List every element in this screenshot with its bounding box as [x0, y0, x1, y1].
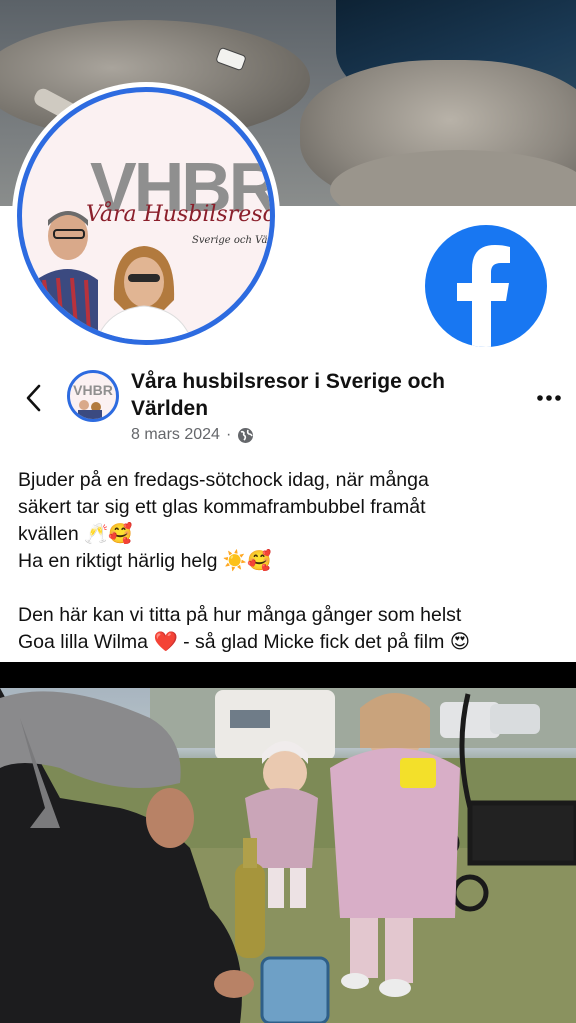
- post-video[interactable]: [0, 662, 576, 1023]
- back-chevron-icon[interactable]: [22, 383, 46, 413]
- facebook-logo-icon: [425, 225, 547, 347]
- post-line: Ha en riktigt härlig helg ☀️🥰: [18, 550, 272, 572]
- post-line: säkert tar sig ett glas kommaframbubbel …: [18, 496, 426, 518]
- meta-separator: ·: [225, 426, 232, 443]
- man-figure: [34, 211, 98, 340]
- woman-figure: [96, 246, 192, 340]
- page-name-link[interactable]: Våra husbilsresor i Sverige och Världen: [131, 368, 491, 422]
- more-options-icon[interactable]: [535, 390, 565, 406]
- post-line: kvällen 🥂🥰: [18, 523, 133, 545]
- logo-script: Våra Husbilsresor: [86, 202, 275, 227]
- globe-icon: [238, 427, 254, 443]
- video-frame: [0, 688, 576, 1023]
- post-meta: 8 mars 2024 ·: [131, 426, 254, 444]
- post-line: Bjuder på en fredags-sötchock idag, när …: [18, 469, 429, 491]
- svg-text:VHBR: VHBR: [73, 382, 113, 398]
- logo-subtitle: Sverige och Världen: [192, 235, 273, 246]
- page-avatar[interactable]: VHBR: [67, 370, 119, 422]
- post-text: Bjuder på en fredags-sötchock idag, när …: [18, 467, 568, 656]
- profile-picture[interactable]: VHBR Våra Husbilsresor Sverige och Värld…: [17, 87, 275, 345]
- post-line: Den här kan vi titta på hur många gånger…: [18, 604, 462, 626]
- post-line: Goa lilla Wilma ❤️ - så glad Micke fick …: [18, 631, 471, 653]
- post-date[interactable]: 8 mars 2024: [131, 426, 220, 444]
